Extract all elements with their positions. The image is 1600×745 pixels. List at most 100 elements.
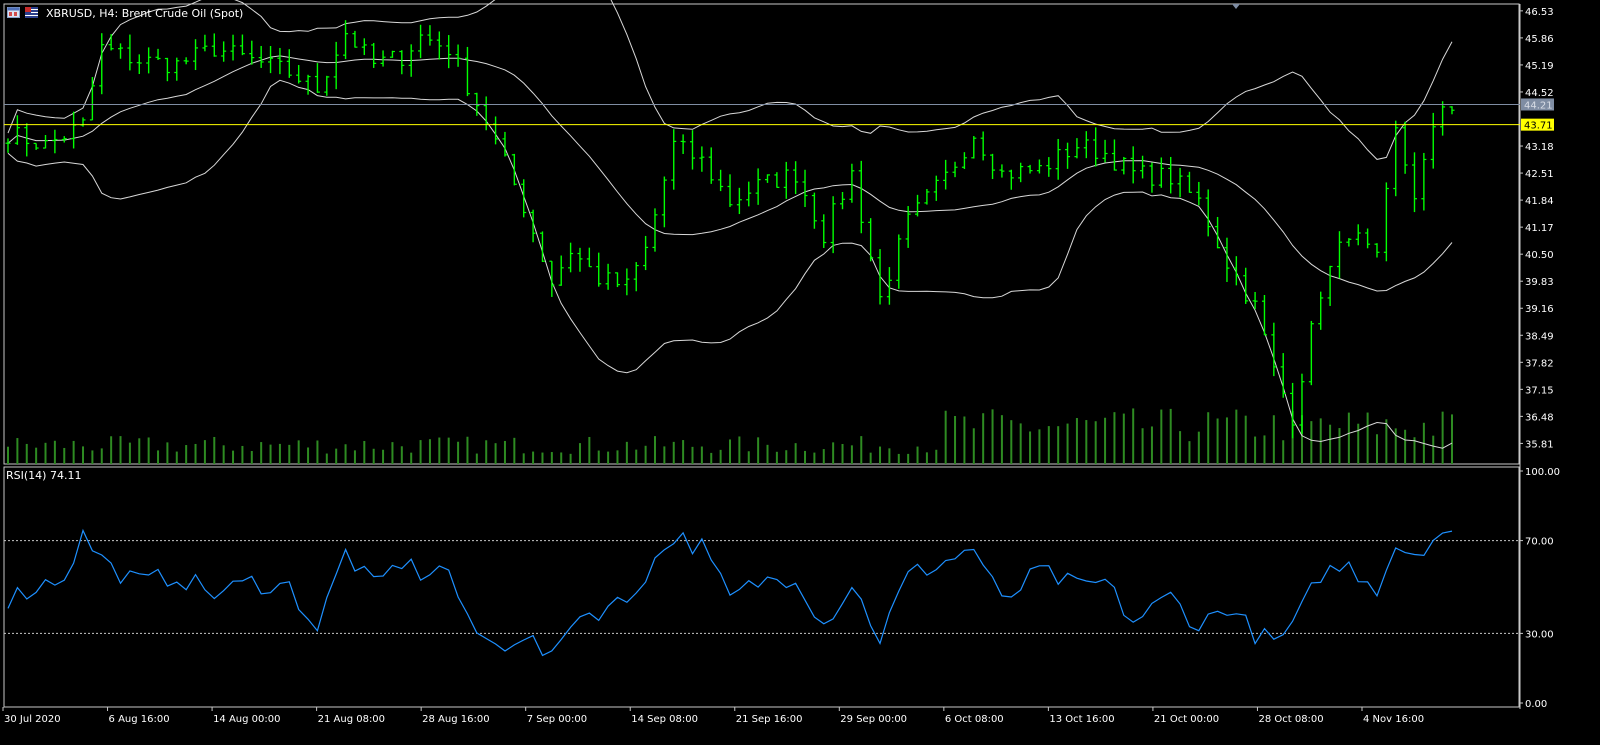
- rsi-title: RSI(14) 74.11: [6, 469, 82, 482]
- volume-bar: [1019, 423, 1022, 464]
- volume-bar: [241, 445, 244, 464]
- volume-bar: [653, 436, 656, 464]
- volume-bar: [335, 448, 338, 464]
- volume-bar: [400, 446, 403, 464]
- volume-bar: [391, 442, 394, 464]
- volume-bar: [307, 447, 310, 464]
- price-axis-label: 41.84: [1525, 196, 1554, 207]
- chart-window[interactable]: 46.53 45.86 45.19 44.52 43.18 42.51 41.84 41.17…: [0, 0, 1600, 745]
- volume-bar: [710, 452, 713, 464]
- volume-bar: [982, 413, 985, 464]
- volume-bar: [879, 446, 882, 464]
- volume-bar: [325, 453, 328, 464]
- volume-bar: [897, 453, 900, 464]
- volume-bar: [569, 453, 572, 464]
- volume-bar: [166, 442, 169, 464]
- volume-bar: [63, 447, 66, 464]
- volume-bar: [353, 450, 356, 464]
- volume-bar: [916, 446, 919, 464]
- volume-bar: [1188, 441, 1191, 464]
- price-axis-label: 43.18: [1525, 142, 1554, 153]
- volume-bar: [297, 440, 300, 464]
- volume-bar: [138, 438, 141, 464]
- volume-bar: [1029, 431, 1032, 464]
- volume-bar: [344, 444, 347, 464]
- volume-bar: [663, 446, 666, 464]
- rsi-line: [7, 528, 1453, 657]
- time-axis-label: 30 Jul 2020: [4, 714, 61, 725]
- ask-price-label: 44.21: [1524, 100, 1553, 111]
- volume-bar: [1179, 431, 1182, 464]
- volume-bar: [1010, 420, 1013, 464]
- volume-bar: [541, 452, 544, 464]
- time-axis-label: 14 Sep 08:00: [631, 714, 698, 725]
- volume-bar: [475, 453, 478, 464]
- volume-bar: [860, 436, 863, 464]
- volume-bar: [494, 443, 497, 464]
- rsi-axis-label: 70.00: [1525, 537, 1554, 548]
- time-axis-label: 28 Aug 16:00: [422, 714, 489, 725]
- volume-bar: [1272, 415, 1275, 464]
- volume-bar: [832, 442, 835, 464]
- volume-bar: [1000, 415, 1003, 464]
- volume-bar: [1282, 440, 1285, 464]
- volume-bar: [72, 440, 75, 464]
- chart-canvas[interactable]: 46.53 45.86 45.19 44.52 43.18 42.51 41.84 41.17…: [0, 0, 1600, 745]
- volume-bar: [1066, 423, 1069, 464]
- volume-bar: [1375, 434, 1378, 464]
- volume-bar: [1235, 409, 1238, 464]
- time-axis-label: 4 Nov 16:00: [1363, 714, 1424, 725]
- bid-price-label: 43.71: [1524, 121, 1553, 132]
- bollinger-middle-line: [7, 55, 1453, 292]
- price-axis-label: 40.50: [1525, 250, 1554, 261]
- volume-bar: [91, 450, 94, 464]
- rsi-axis-label: 100.00: [1525, 467, 1560, 478]
- volume-bar: [1441, 411, 1444, 464]
- volume-bar: [428, 439, 431, 464]
- volume-bar: [1104, 417, 1107, 464]
- volume-bar: [110, 436, 113, 464]
- volume-bar: [925, 452, 928, 464]
- volume-bar: [794, 443, 797, 464]
- volume-bar: [1216, 418, 1219, 464]
- volume-bar: [1244, 415, 1247, 464]
- price-axis-label: 36.48: [1525, 412, 1554, 423]
- volume-bar: [700, 446, 703, 464]
- volume-bar: [1150, 426, 1153, 464]
- volume-bar: [1197, 431, 1200, 464]
- rsi-pane-frame: [3, 466, 1520, 708]
- volume-bar: [1366, 412, 1369, 464]
- volume-bar: [363, 440, 366, 464]
- volume-bar: [775, 451, 778, 464]
- volume-bar: [250, 451, 253, 464]
- volume-bar: [1347, 412, 1350, 464]
- volume-bar: [1329, 424, 1332, 464]
- volume-bar: [1207, 412, 1210, 464]
- volume-bar: [447, 437, 450, 464]
- time-axis-label: 21 Aug 08:00: [318, 714, 385, 725]
- volume-bar: [907, 453, 910, 464]
- volume-bar: [382, 449, 385, 464]
- volume-bar: [560, 452, 563, 464]
- volume-bar: [100, 448, 103, 464]
- chart-title: XBRUSD, H4: Brent Crude Oil (Spot): [46, 7, 244, 20]
- price-axis-label: 37.15: [1525, 385, 1554, 396]
- volume-bar: [719, 449, 722, 464]
- volume-bar: [1132, 408, 1135, 464]
- volume-bar: [625, 441, 628, 464]
- volume-bar: [991, 409, 994, 464]
- volume-bar: [607, 451, 610, 464]
- volume-bar: [1310, 421, 1313, 464]
- volume-bar: [1038, 429, 1041, 464]
- volume-bar: [869, 452, 872, 464]
- volume-bar: [1057, 426, 1060, 464]
- volume-bar: [747, 451, 750, 464]
- time-axis-label: 21 Sep 16:00: [736, 714, 803, 725]
- volume-bar: [157, 450, 160, 464]
- volume-bar: [203, 440, 206, 464]
- volume-bar: [147, 437, 150, 464]
- time-axis-label: 29 Sep 00:00: [840, 714, 907, 725]
- volume-bar: [635, 449, 638, 464]
- shift-marker-icon[interactable]: [1232, 4, 1240, 9]
- bollinger-lower-line: [7, 79, 1453, 449]
